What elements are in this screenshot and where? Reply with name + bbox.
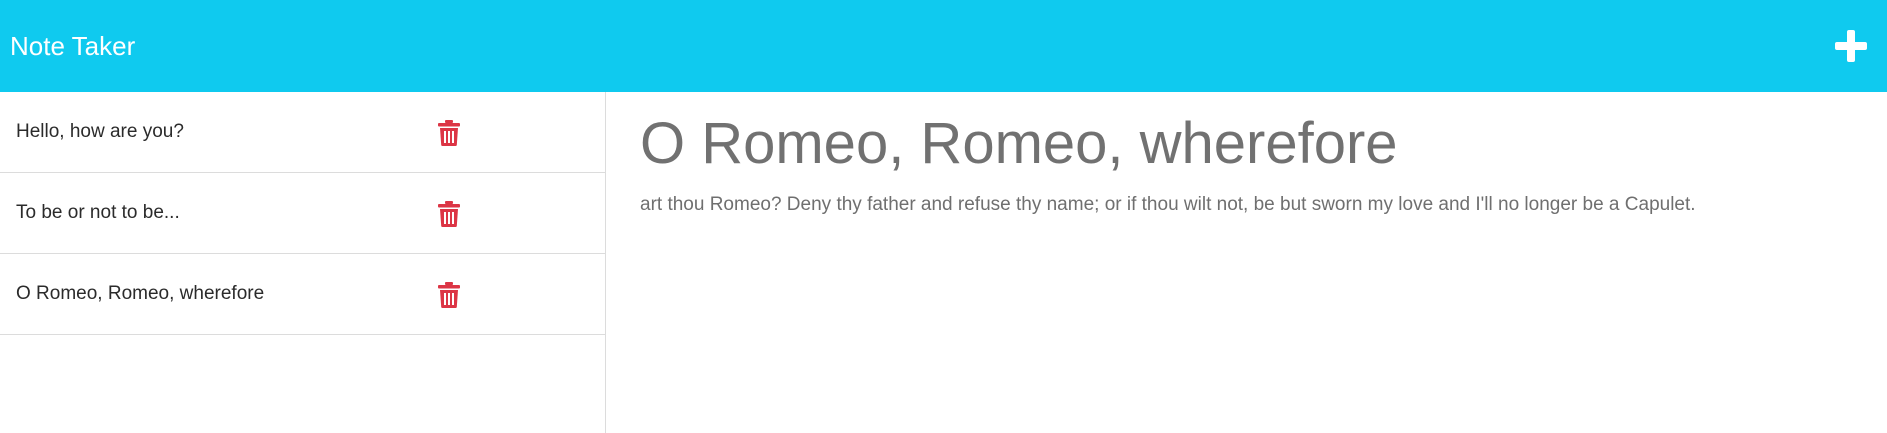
trash-icon — [438, 201, 460, 227]
list-item[interactable]: To be or not to be... — [0, 173, 605, 254]
app-title[interactable]: Note Taker — [0, 31, 135, 62]
note-text-field[interactable]: art thou Romeo? Deny thy father and refu… — [640, 194, 1696, 216]
note-list: Hello, how are you? To be or not to be..… — [0, 92, 605, 335]
trash-icon — [438, 282, 460, 308]
note-title: O Romeo, Romeo, wherefore — [16, 283, 265, 304]
delete-note-button[interactable] — [438, 282, 460, 308]
trash-icon — [438, 120, 460, 146]
plus-icon — [1835, 30, 1867, 62]
navbar: Note Taker — [0, 0, 1887, 92]
new-note-button[interactable] — [1831, 26, 1871, 66]
delete-note-button[interactable] — [438, 201, 460, 227]
note-title: Hello, how are you? — [16, 121, 184, 142]
list-item[interactable]: Hello, how are you? — [0, 92, 605, 173]
note-title: To be or not to be... — [16, 202, 180, 223]
list-item[interactable]: O Romeo, Romeo, wherefore — [0, 254, 605, 335]
note-list-panel: Hello, how are you? To be or not to be..… — [0, 92, 606, 433]
note-editor: O Romeo, Romeo, wherefore art thou Romeo… — [606, 92, 1887, 433]
note-title-field[interactable]: O Romeo, Romeo, wherefore — [640, 110, 1398, 177]
delete-note-button[interactable] — [438, 120, 460, 146]
